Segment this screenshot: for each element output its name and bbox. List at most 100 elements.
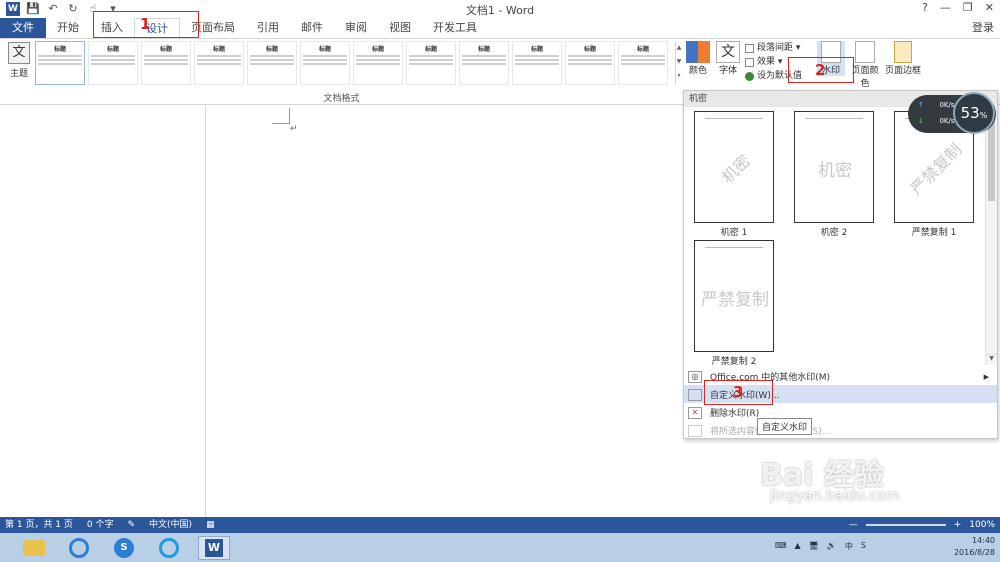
minimize-icon[interactable]: — — [940, 1, 951, 14]
watermark-preview: 机密 — [794, 111, 874, 223]
internet-explorer-button[interactable] — [63, 536, 95, 560]
tab-home[interactable]: 开始 — [46, 18, 90, 38]
zoom-level[interactable]: 100% — [969, 517, 995, 533]
upload-speed-value: 0K/s — [939, 101, 955, 109]
sogou-tray-icon[interactable]: S — [861, 541, 866, 552]
style-set-thumb[interactable]: 标题 — [406, 41, 456, 85]
style-set-thumb[interactable]: 标题 — [565, 41, 615, 85]
upload-speed: ↑ 0K/s — [918, 101, 955, 109]
system-clock[interactable]: 14:40 2016/8/28 — [935, 535, 995, 559]
remove-watermark-item[interactable]: ✕ 删除水印(R) — [684, 403, 997, 421]
show-hidden-icons[interactable]: ▲ — [795, 541, 801, 552]
word-icon: W — [205, 539, 223, 557]
watermark-gallery-scrollbar[interactable]: ▲ ▼ — [985, 107, 997, 365]
style-set-thumb[interactable]: 标题 — [194, 41, 244, 85]
style-thumb-title: 标题 — [212, 46, 225, 53]
annotation-number-1: 1 — [140, 15, 151, 33]
zoom-slider[interactable] — [865, 524, 946, 526]
scroll-thumb[interactable] — [988, 121, 995, 201]
colors-label: 颜色 — [688, 66, 707, 76]
paragraph-spacing-button[interactable]: 段落间距 ▾ — [745, 41, 802, 55]
word-taskbar-button[interactable]: W — [198, 536, 230, 560]
style-set-thumb[interactable]: 标题 — [35, 41, 85, 85]
close-icon[interactable]: ✕ — [985, 1, 994, 14]
style-set-thumb[interactable]: 标题 — [247, 41, 297, 85]
paragraph-spacing-label: 段落间距 ▾ — [757, 43, 801, 53]
tab-review[interactable]: 审阅 — [334, 18, 378, 38]
watermark-preview: 严禁复制 — [694, 240, 774, 352]
paragraph-mark: ↵ — [290, 124, 298, 134]
tab-developer[interactable]: 开发工具 — [422, 18, 488, 38]
page-count[interactable]: 第 1 页，共 1 页 — [5, 517, 73, 533]
tab-references[interactable]: 引用 — [246, 18, 290, 38]
tab-file[interactable]: 文件 — [0, 18, 46, 38]
watermark-do-not-copy-2[interactable]: 严禁复制 严禁复制 2 — [694, 240, 774, 367]
style-thumb-title: 标题 — [424, 46, 437, 53]
themes-label: 主题 — [9, 69, 28, 79]
themes-button[interactable]: 文 主题 — [6, 42, 32, 79]
sign-in-link[interactable]: 登录 — [972, 18, 994, 38]
download-speed: ↓ 0K/s — [918, 117, 955, 125]
page-borders-icon — [894, 41, 912, 63]
watermark-label: 严禁复制 1 — [911, 228, 957, 238]
style-set-thumb[interactable]: 标题 — [618, 41, 668, 85]
style-set-thumb[interactable]: 标题 — [459, 41, 509, 85]
scroll-down-icon[interactable]: ▼ — [986, 354, 997, 365]
proofing-icon[interactable]: ✎ — [128, 517, 136, 533]
style-set-thumb[interactable]: 标题 — [512, 41, 562, 85]
save-selection-to-gallery-item: 将所选内容保存到水印库(S)... — [684, 421, 997, 439]
watermark-confidential-1[interactable]: 机密 机密 1 — [694, 111, 774, 238]
themes-icon: 文 — [8, 42, 30, 64]
fonts-button[interactable]: 文 字体 — [715, 41, 741, 76]
input-method-icon[interactable]: 中 — [845, 541, 853, 552]
watermark-preview-text: 机密 — [818, 160, 852, 181]
watermark-preview-text: 严禁复制 — [701, 289, 769, 310]
macro-record-icon[interactable]: ▦ — [206, 517, 215, 533]
browser-button[interactable] — [153, 536, 185, 560]
baidu-jingyan-url: jingyan.baidu.com — [770, 488, 900, 504]
colors-button[interactable]: 颜色 — [686, 41, 710, 76]
language-indicator[interactable]: 中文(中国) — [149, 517, 192, 533]
remove-watermark-label: 删除水印(R) — [710, 409, 760, 419]
style-thumb-title: 标题 — [636, 46, 649, 53]
watermark-confidential-2[interactable]: 机密 机密 2 — [794, 111, 874, 238]
style-thumb-title: 标题 — [159, 46, 172, 53]
style-set-thumb[interactable]: 标题 — [300, 41, 350, 85]
annotation-number-3: 3 — [733, 383, 744, 401]
memory-usage-value: 53 — [960, 104, 980, 122]
zoom-out-icon[interactable]: — — [849, 517, 858, 533]
volume-icon[interactable]: 🔊 — [827, 541, 837, 552]
style-thumb-title: 标题 — [53, 46, 66, 53]
memory-usage-gauge[interactable]: 53% — [953, 92, 995, 134]
watermark-label: 机密 1 — [720, 228, 748, 238]
page-borders-button[interactable]: 页面边框 — [884, 41, 922, 76]
status-bar-left: 第 1 页，共 1 页 0 个字 ✎ 中文(中国) ▦ — [5, 517, 215, 533]
annotation-number-2: 2 — [815, 61, 826, 79]
folder-icon — [23, 540, 45, 556]
tab-mailings[interactable]: 邮件 — [290, 18, 334, 38]
style-thumb-title: 标题 — [530, 46, 543, 53]
sogou-button[interactable]: S — [108, 536, 140, 560]
status-bar: 第 1 页，共 1 页 0 个字 ✎ 中文(中国) ▦ — + 100% — [0, 517, 1000, 533]
page-borders-label: 页面边框 — [884, 66, 921, 76]
keyboard-icon[interactable]: ⌨ — [775, 541, 787, 552]
style-set-thumb[interactable]: 标题 — [88, 41, 138, 85]
globe-icon: ◎ — [688, 370, 702, 383]
style-set-thumb[interactable]: 标题 — [353, 41, 403, 85]
file-explorer-button[interactable] — [18, 536, 50, 560]
network-icon[interactable]: 🖥 — [809, 541, 819, 552]
taskbar: S W ⌨ ▲ 🖥 🔊 中 S — [0, 533, 1000, 562]
style-set-thumb[interactable]: 标题 — [141, 41, 191, 85]
status-bar-right: — + 100% — [849, 517, 995, 533]
gallery-scroll-buttons[interactable]: ▲ ▼ ▾ — [675, 41, 682, 85]
word-count[interactable]: 0 个字 — [87, 517, 114, 533]
help-icon[interactable]: ? — [922, 1, 928, 14]
restore-icon[interactable]: ❐ — [963, 1, 973, 14]
fonts-icon: 文 — [716, 41, 740, 63]
page-edge — [205, 105, 206, 517]
zoom-in-icon[interactable]: + — [954, 517, 962, 533]
tab-view[interactable]: 视图 — [378, 18, 422, 38]
submenu-arrow-icon: ▶ — [983, 372, 989, 381]
watermark-label: 严禁复制 2 — [711, 357, 757, 367]
watermark-label: 机密 2 — [820, 228, 848, 238]
